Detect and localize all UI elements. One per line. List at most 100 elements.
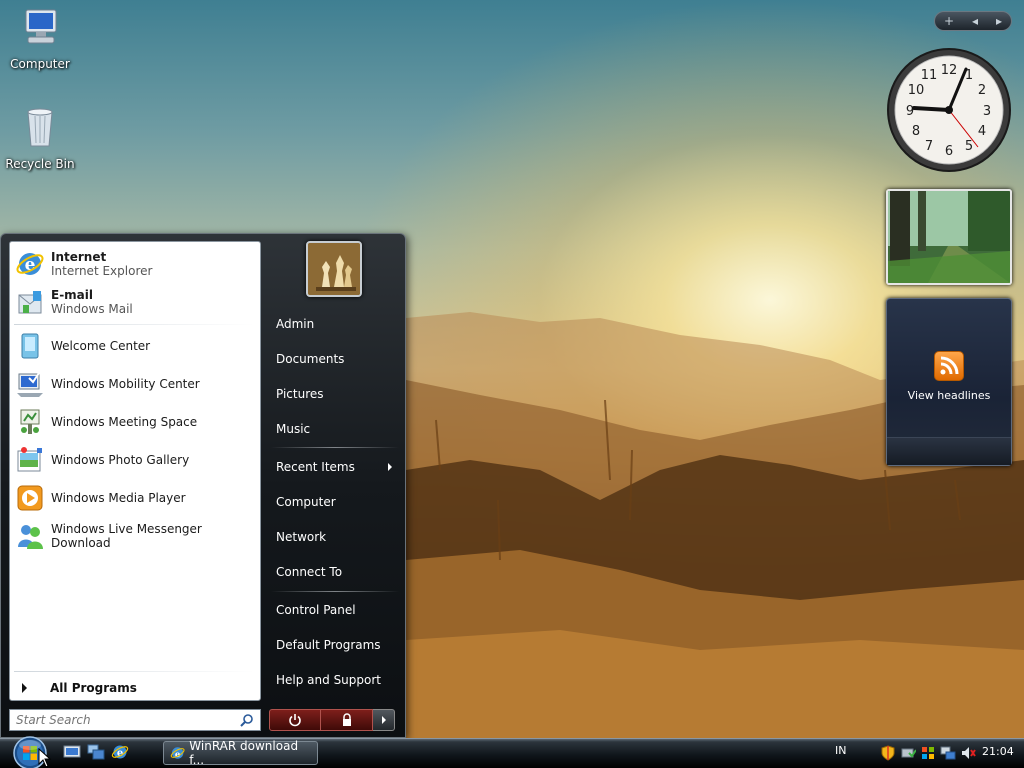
feed-gadget-footer xyxy=(887,437,1011,465)
start-menu-recent-items[interactable]: Recent Items xyxy=(276,456,398,478)
clock-numeral: 12 xyxy=(941,63,958,78)
switch-windows-button[interactable] xyxy=(86,742,106,762)
internet-explorer-icon: e xyxy=(111,745,129,759)
start-menu-computer[interactable]: Computer xyxy=(276,491,398,513)
recent-item-label: Windows Mobility Center xyxy=(51,377,200,391)
power-controls xyxy=(269,709,395,731)
all-programs-label: All Programs xyxy=(50,681,137,695)
power-button[interactable] xyxy=(269,709,321,731)
pinned-item-subtitle: Internet Explorer xyxy=(51,264,153,278)
network-icon[interactable] xyxy=(940,745,956,761)
show-desktop-icon xyxy=(63,745,81,758)
windows-media-player-icon xyxy=(14,482,46,514)
start-search-box[interactable] xyxy=(9,709,261,731)
add-gadget-button[interactable]: + xyxy=(944,14,954,28)
right-pane-separator xyxy=(271,591,399,592)
user-account-picture[interactable] xyxy=(306,241,362,297)
recent-windows-live-messenger-download[interactable]: Windows Live Messenger Download xyxy=(14,518,258,554)
right-item-label: Admin xyxy=(276,317,315,331)
start-menu-documents[interactable]: Documents xyxy=(276,348,398,370)
arrow-right-icon xyxy=(381,716,386,724)
pinned-internet-explorer[interactable]: e Internet Internet Explorer xyxy=(14,246,258,282)
arrow-right-icon xyxy=(22,683,27,693)
pinned-windows-mail[interactable]: E-mail Windows Mail xyxy=(14,284,258,320)
start-menu-music[interactable]: Music xyxy=(276,418,398,440)
start-menu-network[interactable]: Network xyxy=(276,526,398,548)
right-item-label: Recent Items xyxy=(276,460,355,474)
start-menu-default-programs[interactable]: Default Programs xyxy=(276,634,398,656)
switch-windows-icon xyxy=(87,744,105,760)
start-menu-control-panel[interactable]: Control Panel xyxy=(276,599,398,621)
all-programs-separator xyxy=(14,671,254,672)
chess-pieces-icon xyxy=(308,243,360,295)
taskbar-button-label: WinRAR download f... xyxy=(189,739,299,767)
recent-welcome-center[interactable]: Welcome Center xyxy=(14,328,258,364)
clock-numeral: 4 xyxy=(978,124,986,139)
shutdown-options-button[interactable] xyxy=(373,709,395,731)
feed-headlines-gadget[interactable]: View headlines xyxy=(886,298,1012,466)
start-menu-connect-to[interactable]: Connect To xyxy=(276,561,398,583)
windows-meeting-space-icon xyxy=(14,406,46,438)
recent-item-label: Windows Media Player xyxy=(51,491,186,505)
start-menu-pictures[interactable]: Pictures xyxy=(276,383,398,405)
recent-item-label: Windows Live Messenger Download xyxy=(51,522,202,550)
right-item-label: Documents xyxy=(276,352,345,366)
windows-mail-icon xyxy=(14,286,46,318)
desktop-icon-label: Computer xyxy=(10,57,70,71)
right-item-label: Help and Support xyxy=(276,673,381,687)
lock-button[interactable] xyxy=(321,709,373,731)
clock-numeral: 6 xyxy=(945,144,953,159)
recent-item-label: Windows Meeting Space xyxy=(51,415,198,429)
notification-area xyxy=(874,740,976,766)
slideshow-image-forest xyxy=(888,191,1010,283)
right-item-label: Default Programs xyxy=(276,638,381,652)
internet-explorer-launch-button[interactable]: e xyxy=(110,742,130,762)
recent-windows-photo-gallery[interactable]: Windows Photo Gallery xyxy=(14,442,258,478)
start-menu-help-and-support[interactable]: Help and Support xyxy=(276,669,398,691)
all-programs-button[interactable]: All Programs xyxy=(18,678,137,698)
view-headlines-label: View headlines xyxy=(907,389,991,402)
next-gadget-button[interactable]: ▸ xyxy=(996,14,1002,28)
internet-explorer-icon: e xyxy=(170,747,185,760)
security-shield-icon[interactable] xyxy=(880,745,896,761)
desktop-icon-label: Recycle Bin xyxy=(5,157,75,171)
slideshow-gadget[interactable] xyxy=(886,189,1012,285)
start-search-input[interactable] xyxy=(16,713,234,727)
desktop-icon-computer[interactable]: Computer xyxy=(2,6,78,71)
start-menu-admin[interactable]: Admin xyxy=(276,313,398,335)
clock-numeral: 8 xyxy=(912,124,920,139)
mouse-cursor-icon xyxy=(38,748,52,768)
recent-windows-media-player[interactable]: Windows Media Player xyxy=(14,480,258,516)
prev-gadget-button[interactable]: ◂ xyxy=(972,14,978,28)
start-menu-programs-pane: e Internet Internet Explorer E-mail Wind… xyxy=(9,241,261,701)
right-item-label: Control Panel xyxy=(276,603,356,617)
windows-mobility-center-icon xyxy=(14,368,46,400)
clock-numeral: 9 xyxy=(906,104,914,119)
right-pane-separator xyxy=(271,447,399,448)
right-item-label: Pictures xyxy=(276,387,324,401)
search-icon[interactable] xyxy=(240,713,254,727)
start-menu: e Internet Internet Explorer E-mail Wind… xyxy=(0,233,406,738)
clock-numeral: 3 xyxy=(983,104,991,119)
clock-numeral: 7 xyxy=(925,139,933,154)
recent-windows-mobility-center[interactable]: Windows Mobility Center xyxy=(14,366,258,402)
pinned-separator xyxy=(14,324,254,325)
windows-photo-gallery-icon xyxy=(14,444,46,476)
power-icon xyxy=(289,714,301,727)
recent-windows-meeting-space[interactable]: Windows Meeting Space xyxy=(14,404,258,440)
show-desktop-button[interactable] xyxy=(62,742,82,762)
welcome-center-icon xyxy=(14,330,46,362)
volume-muted-icon[interactable] xyxy=(960,745,976,761)
safely-remove-hardware-icon[interactable] xyxy=(900,745,916,761)
internet-explorer-icon: e xyxy=(14,248,46,280)
right-item-label: Computer xyxy=(276,495,336,509)
taskbar-clock[interactable]: 21:04 xyxy=(982,745,1014,758)
clock-gadget[interactable]: 12 1 2 3 4 5 6 7 8 9 10 11 xyxy=(886,47,1012,173)
sidebar-controls: + ◂ ▸ xyxy=(934,11,1012,31)
quick-launch-bar: e xyxy=(62,742,130,762)
language-indicator[interactable]: IN xyxy=(835,744,846,757)
windows-update-icon[interactable] xyxy=(920,745,936,761)
right-item-label: Music xyxy=(276,422,311,436)
taskbar-button-winrar-download[interactable]: e WinRAR download f... xyxy=(163,739,318,767)
desktop-icon-recycle-bin[interactable]: Recycle Bin xyxy=(2,106,78,171)
